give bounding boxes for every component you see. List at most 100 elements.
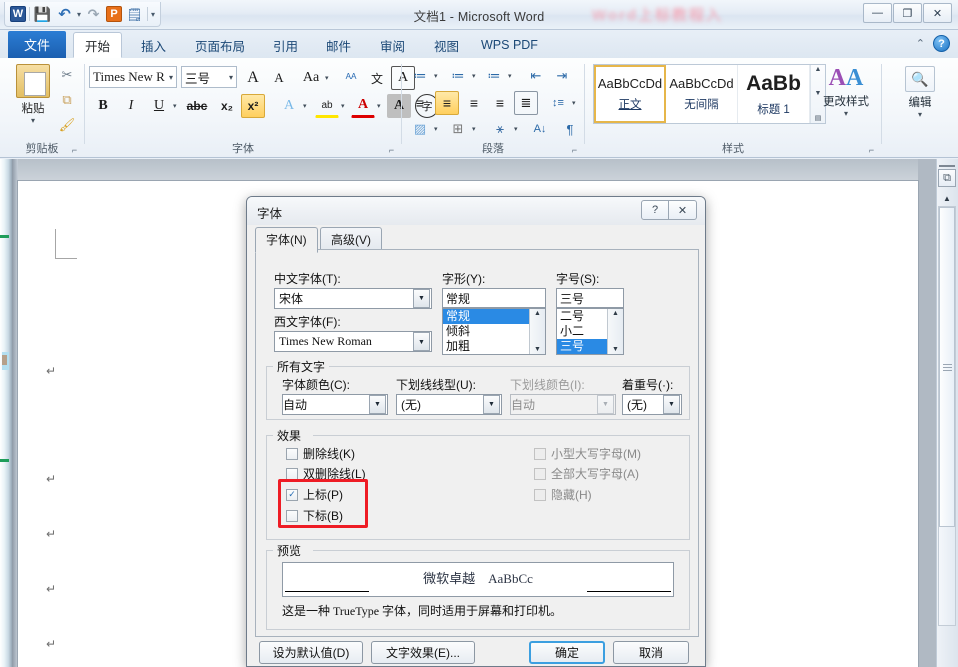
multilevel-dropdown-icon[interactable]: ▾	[508, 72, 512, 80]
grow-font-icon[interactable]: A	[241, 66, 265, 90]
shading-dropdown-icon[interactable]: ▾	[434, 125, 438, 133]
tab-file[interactable]: 文件	[8, 31, 67, 58]
pinyin-guide-icon[interactable]: ⚹	[488, 117, 512, 141]
tab-insert[interactable]: 插入	[130, 32, 177, 58]
chinese-font-combo[interactable]: 宋体 ▼	[274, 288, 432, 309]
change-styles-button[interactable]: AA 更改样式 ▾	[817, 64, 875, 118]
clipboard-dialog-launcher[interactable]: ⌐	[69, 144, 80, 155]
font-color-combo[interactable]: 自动 ▼	[282, 394, 388, 415]
font-size-dropdown-icon[interactable]: ▾	[225, 73, 233, 82]
copy-icon[interactable]: ⧉	[58, 91, 76, 109]
font-style-list-scrollbar[interactable]: ▲ ▼	[529, 309, 545, 354]
vertical-scrollbar-track[interactable]	[938, 206, 956, 626]
collapse-ribbon-icon[interactable]: ⌃	[916, 37, 925, 50]
tab-references[interactable]: 引用	[262, 32, 309, 58]
font-name-dropdown-icon[interactable]: ▾	[165, 73, 173, 82]
text-effects-dropdown-icon[interactable]: ▾	[303, 102, 307, 110]
decrease-indent-icon[interactable]: ⇤	[524, 64, 548, 88]
tab-page-layout[interactable]: 页面布局	[184, 32, 256, 58]
paragraph-dialog-launcher[interactable]: ⌐	[569, 144, 580, 155]
phonetic-guide-icon[interactable]: ᴬᴬ	[339, 66, 363, 90]
align-right-icon[interactable]: ≡	[462, 91, 486, 115]
editing-button[interactable]: 🔍 编辑 ▾	[898, 66, 942, 119]
cut-icon[interactable]: ✂	[58, 66, 76, 84]
change-case-dropdown-icon[interactable]: ▾	[325, 74, 329, 82]
style-list-scroll-down-icon[interactable]: ▼	[534, 346, 541, 353]
multilevel-list-icon[interactable]: ≔	[482, 64, 506, 88]
style-item-heading1[interactable]: AaBb 标题 1	[738, 65, 810, 123]
dialog-tab-font[interactable]: 字体(N)	[255, 227, 318, 253]
borders-icon[interactable]: ⊞	[446, 117, 470, 141]
text-effects-icon[interactable]: A	[277, 94, 301, 118]
bullets-dropdown-icon[interactable]: ▾	[434, 72, 438, 80]
font-size-input[interactable]: 三号	[556, 288, 624, 308]
underline-dropdown-icon[interactable]: ▾	[173, 102, 177, 110]
font-name-combo[interactable]: Times New R ▾	[89, 66, 177, 88]
cancel-button[interactable]: 取消	[613, 641, 689, 664]
increase-indent-icon[interactable]: ⇥	[550, 64, 574, 88]
text-effects-button[interactable]: 文字效果(E)...	[371, 641, 475, 664]
western-font-dropdown-icon[interactable]: ▼	[413, 332, 430, 351]
line-spacing-dropdown-icon[interactable]: ▾	[572, 99, 576, 107]
emphasis-mark-dropdown-icon[interactable]: ▼	[663, 395, 680, 414]
font-size-listbox[interactable]: 二号 小二 三号 ▲ ▼	[556, 308, 624, 355]
emphasis-mark-combo[interactable]: (无) ▼	[622, 394, 682, 415]
font-style-listbox[interactable]: 常规 倾斜 加粗 ▲ ▼	[442, 308, 546, 355]
help-icon[interactable]: ?	[933, 35, 950, 52]
align-center-icon[interactable]: ≡	[435, 91, 459, 115]
styles-dialog-launcher[interactable]: ⌐	[866, 144, 877, 155]
size-list-scroll-up-icon[interactable]: ▲	[612, 310, 619, 317]
tab-review[interactable]: 审阅	[369, 32, 416, 58]
font-size-option[interactable]: 三号	[557, 339, 607, 354]
editing-dropdown-icon[interactable]: ▾	[898, 110, 942, 119]
font-style-input[interactable]: 常规	[442, 288, 546, 308]
vertical-scrollbar-thumb[interactable]	[939, 207, 955, 527]
font-style-option[interactable]: 常规	[443, 309, 529, 324]
style-item-no-spacing[interactable]: AaBbCcDd 无间隔	[666, 65, 738, 123]
checkbox-strikethrough[interactable]: 删除线(K)	[286, 445, 355, 462]
underline-style-dropdown-icon[interactable]: ▼	[483, 395, 500, 414]
change-case-icon[interactable]: Aa	[299, 66, 323, 90]
tab-view[interactable]: 视图	[423, 32, 470, 58]
bullets-icon[interactable]: ≔	[408, 64, 432, 88]
dialog-close-button[interactable]: ✕	[669, 200, 697, 220]
pinyin-dropdown-icon[interactable]: ▾	[514, 125, 518, 133]
italic-icon[interactable]: I	[119, 94, 143, 118]
underline-style-combo[interactable]: (无) ▼	[396, 394, 502, 415]
justify-icon[interactable]: ≡	[488, 91, 512, 115]
tab-mailings[interactable]: 邮件	[315, 32, 362, 58]
font-size-combo[interactable]: 三号 ▾	[181, 66, 237, 88]
numbering-icon[interactable]: ≔	[446, 64, 470, 88]
font-color-dropdown-icon[interactable]: ▾	[377, 102, 381, 110]
western-font-combo[interactable]: Times New Roman ▼	[274, 331, 432, 352]
font-color-icon[interactable]: A	[351, 94, 375, 118]
show-formatting-marks-icon[interactable]: ¶	[558, 117, 582, 141]
strikethrough-icon[interactable]: abc	[185, 94, 209, 118]
select-browse-object-icon[interactable]: ⧉	[938, 169, 956, 187]
font-size-option[interactable]: 小二	[557, 324, 607, 339]
font-size-option[interactable]: 二号	[557, 309, 607, 324]
numbering-dropdown-icon[interactable]: ▾	[472, 72, 476, 80]
shrink-font-icon[interactable]: A	[267, 66, 291, 90]
set-default-button[interactable]: 设为默认值(D)	[259, 641, 363, 664]
align-left-icon[interactable]: ≡	[408, 91, 432, 115]
highlight-color-icon[interactable]: ab	[315, 94, 339, 118]
tab-home[interactable]: 开始	[73, 32, 123, 58]
close-button[interactable]: ✕	[923, 3, 952, 23]
change-styles-dropdown-icon[interactable]: ▾	[817, 109, 875, 118]
paste-button[interactable]: 粘贴 ▾	[10, 64, 56, 125]
sort-icon[interactable]: A↓	[528, 117, 552, 141]
font-size-list-scrollbar[interactable]: ▲ ▼	[607, 309, 623, 354]
ok-button[interactable]: 确定	[529, 641, 605, 664]
borders-dropdown-icon[interactable]: ▾	[472, 125, 476, 133]
line-spacing-icon[interactable]: ↕≡	[546, 91, 570, 115]
font-color-dropdown-icon[interactable]: ▼	[369, 395, 386, 414]
bold-icon[interactable]: B	[91, 94, 115, 118]
font-style-option[interactable]: 加粗	[443, 339, 529, 354]
subscript-icon[interactable]: x₂	[215, 94, 239, 118]
highlight-dropdown-icon[interactable]: ▾	[341, 102, 345, 110]
superscript-icon[interactable]: x²	[241, 94, 265, 118]
dialog-help-button[interactable]: ?	[641, 200, 669, 220]
font-dialog-launcher[interactable]: ⌐	[386, 144, 397, 155]
split-window-handle[interactable]	[939, 161, 955, 167]
